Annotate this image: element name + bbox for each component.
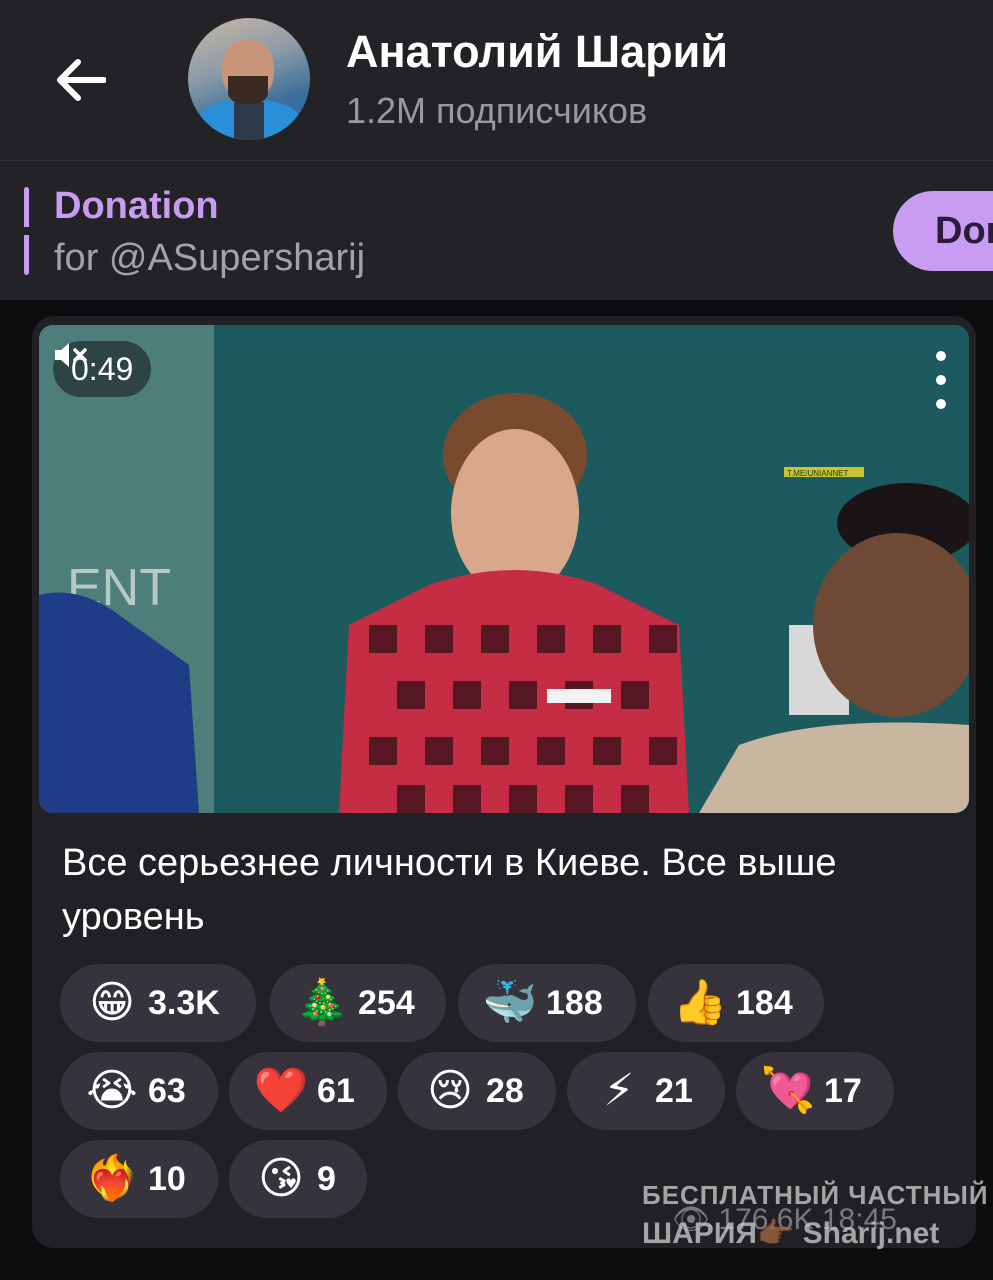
message-meta: 👁 176.6K 18:45 БЕСПЛАТНЫЙ ЧАСТНЫЙ ШАРИЯ👉… <box>642 1180 988 1250</box>
reaction-lightning[interactable]: ⚡ 21 <box>567 1052 725 1130</box>
reaction-whale[interactable]: 🐳 188 <box>458 964 636 1042</box>
loudly-crying-face-icon: 😭 <box>86 1065 138 1116</box>
back-button[interactable] <box>48 48 112 112</box>
message-caption: Все серьезнее личности в Киеве. Все выше… <box>62 842 837 938</box>
reaction-count: 9 <box>317 1159 336 1198</box>
channel-name[interactable]: Анатолий Шарий <box>346 26 728 78</box>
pinned-subtitle: for @ASupersharij <box>54 237 366 279</box>
pinned-message-bar[interactable]: Donation for @ASupersharij Don <box>0 160 993 300</box>
subscriber-count: 1.2M подписчиков <box>346 90 648 131</box>
video-player[interactable]: ENT T.ME/UNIANNET 0:49 <box>39 325 969 813</box>
reaction-count: 3.3K <box>148 983 220 1022</box>
watermark-line1: БЕСПЛАТНЫЙ ЧАСТНЫЙ <box>642 1180 989 1210</box>
reaction-count: 188 <box>546 983 603 1022</box>
reaction-count: 17 <box>824 1071 862 1110</box>
reaction-grinning[interactable]: 😁 3.3K <box>60 964 256 1042</box>
kissing-face-icon: 😘 <box>258 1153 304 1204</box>
message-bubble: ENT T.ME/UNIANNET 0:49 Все серьезнее лич… <box>32 316 976 1248</box>
reaction-heart[interactable]: ❤️ 61 <box>229 1052 387 1130</box>
reaction-count: 184 <box>736 983 793 1022</box>
pinned-title: Donation <box>54 185 219 227</box>
pinned-indicator <box>24 187 29 275</box>
thumbs-up-icon: 👍 <box>672 977 728 1028</box>
reaction-loudly-crying[interactable]: 😭 63 <box>60 1052 218 1130</box>
watermark-line2: ШАРИЯ👉🏾 Sharij.net <box>642 1217 940 1250</box>
christmas-tree-icon: 🎄 <box>294 977 350 1028</box>
more-vertical-icon[interactable] <box>927 351 955 409</box>
reaction-count: 28 <box>486 1071 524 1110</box>
channel-avatar[interactable] <box>188 18 310 140</box>
lightning-icon: ⚡ <box>603 1065 635 1116</box>
reaction-count: 61 <box>317 1071 355 1110</box>
crying-face-icon: 😢 <box>427 1065 473 1116</box>
video-frame: ENT T.ME/UNIANNET <box>39 325 969 813</box>
grinning-face-icon: 😁 <box>89 977 135 1028</box>
reaction-heart-arrow[interactable]: 💘 17 <box>736 1052 894 1130</box>
reaction-heart-on-fire[interactable]: ❤️‍🔥 10 <box>60 1140 218 1218</box>
red-heart-icon: ❤️ <box>253 1065 309 1116</box>
donate-button[interactable]: Don <box>893 191 993 271</box>
heart-on-fire-icon: ❤️‍🔥 <box>84 1153 140 1204</box>
reaction-count: 21 <box>655 1071 693 1110</box>
reaction-thumbs-up[interactable]: 👍 184 <box>648 964 824 1042</box>
reaction-christmas-tree[interactable]: 🎄 254 <box>270 964 446 1042</box>
reaction-count: 254 <box>358 983 415 1022</box>
whale-icon: 🐳 <box>482 977 538 1028</box>
reaction-count: 10 <box>148 1159 186 1198</box>
reaction-crying[interactable]: 😢 28 <box>398 1052 556 1130</box>
reaction-count: 63 <box>148 1071 186 1110</box>
video-duration-badge[interactable]: 0:49 <box>53 341 152 397</box>
arrow-left-icon <box>57 59 106 101</box>
video-watermark: T.ME/UNIANNET <box>787 469 848 478</box>
heart-with-arrow-icon: 💘 <box>760 1065 816 1116</box>
chat-header: Анатолий Шарий 1.2M подписчиков <box>0 0 993 160</box>
speaker-muted-icon <box>55 343 87 367</box>
reaction-kiss[interactable]: 😘 9 <box>229 1140 367 1218</box>
